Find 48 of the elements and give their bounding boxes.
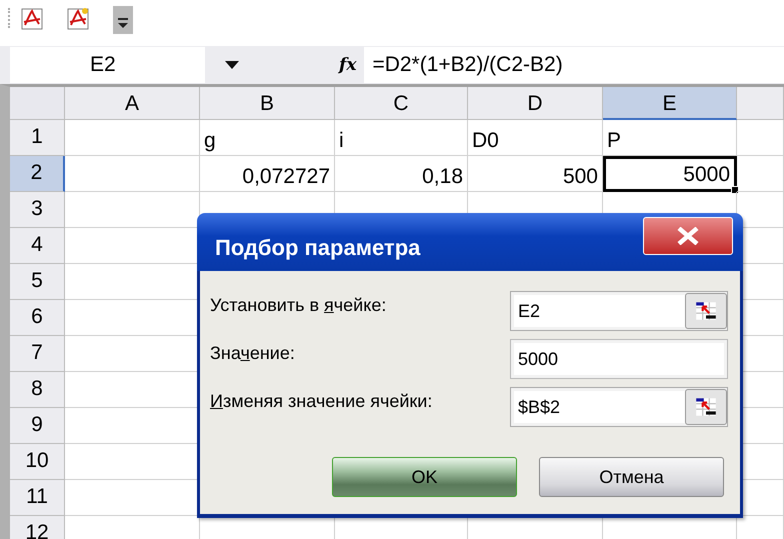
grid-arrow-icon[interactable] [694, 300, 718, 322]
input-field[interactable]: 5000 [510, 339, 728, 379]
table-cell: g [200, 120, 335, 156]
overflow-icon[interactable] [113, 6, 133, 34]
table-cell: 0,072727 [200, 156, 335, 192]
pdf-icon[interactable] [21, 8, 43, 30]
row-header[interactable]: 3 [10, 192, 65, 228]
table-cell [737, 120, 784, 156]
input-field[interactable]: E2 [510, 291, 728, 331]
row-header[interactable]: 10 [10, 444, 65, 480]
field-label: Значение: [210, 343, 295, 364]
table-cell: 5000 [603, 156, 737, 192]
row-header[interactable]: 12 [10, 516, 65, 539]
field-label: Изменяя значение ячейки: [210, 391, 432, 412]
range-select-button[interactable] [685, 293, 727, 329]
table-cell: 500 [468, 156, 603, 192]
column-header[interactable]: B [200, 87, 335, 120]
table-cell [737, 156, 784, 192]
grid-arrow-icon[interactable] [694, 396, 718, 418]
row-header[interactable]: 8 [10, 372, 65, 408]
field-label: Установить в ячейке: [210, 295, 386, 316]
row-header[interactable]: 2 [10, 156, 65, 192]
table-cell: D0 [468, 120, 603, 156]
row-header[interactable]: 4 [10, 228, 65, 264]
table-cell: i [335, 120, 468, 156]
table-cell: 0,18 [335, 156, 468, 192]
row-header[interactable]: 9 [10, 408, 65, 444]
input-field[interactable]: $B$2 [510, 387, 728, 427]
row-header[interactable]: 5 [10, 264, 65, 300]
range-select-button[interactable] [685, 389, 727, 425]
row-header[interactable]: 1 [10, 120, 65, 156]
dropdown-arrow-icon[interactable] [225, 61, 239, 69]
table-cell: P [603, 120, 737, 156]
cancel-button[interactable]: Отмена [539, 457, 724, 497]
column-header[interactable]: C [335, 87, 468, 120]
column-header[interactable]: E [603, 87, 737, 120]
close-icon[interactable] [675, 227, 701, 245]
formula-field[interactable]: =D2*(1+B2)/(C2-B2) [364, 47, 784, 83]
row-header[interactable]: 11 [10, 480, 65, 516]
name-box[interactable]: E2 [10, 47, 205, 83]
ok-button[interactable]: OK [332, 457, 517, 497]
row-header[interactable]: 6 [10, 300, 65, 336]
function-label[interactable]: fx [339, 55, 356, 75]
close-button[interactable] [643, 217, 733, 255]
row-header[interactable]: 7 [10, 336, 65, 372]
column-header[interactable]: D [468, 87, 603, 120]
dialog-title: Подбор параметра [215, 235, 420, 261]
column-header[interactable]: A [65, 87, 200, 120]
